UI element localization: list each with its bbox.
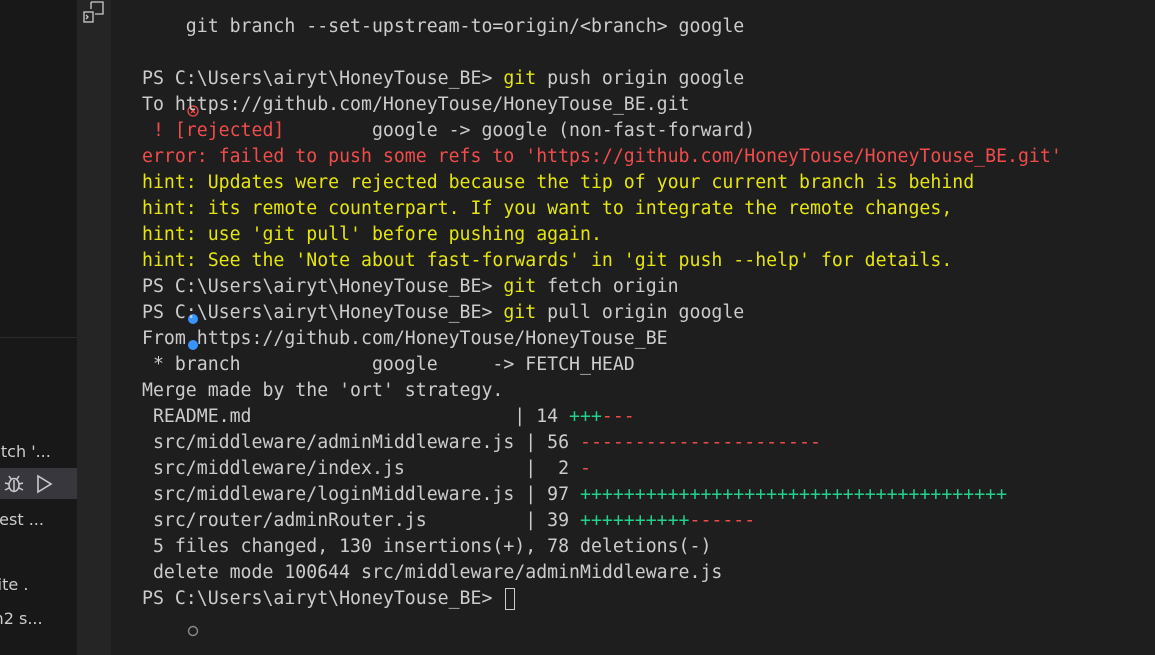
hint-text: hint: See the 'Note about fast-forwards'…	[142, 250, 953, 271]
diffstat-count: | 56	[525, 432, 580, 453]
hint-text: hint: use 'git pull' before pushing agai…	[142, 224, 602, 245]
panel-gutter	[77, 0, 111, 655]
terminal-line: git branch --set-upstream-to=origin/<bra…	[111, 14, 744, 40]
delete-mode-text: delete mode 100644 src/middleware/adminM…	[142, 562, 723, 583]
terminal-command-line: PS C:\Users\airyt\HoneyTouse_BE> git fet…	[111, 274, 679, 324]
terminal-command-line: PS C:\Users\airyt\HoneyTouse_BE>	[111, 586, 516, 637]
terminal-line: 5 files changed, 130 insertions(+), 78 d…	[111, 534, 711, 560]
npm-script-item-watch[interactable]: watch '...	[0, 442, 73, 461]
play-icon[interactable]	[33, 472, 55, 500]
git-keyword: git	[503, 276, 537, 297]
prompt-text: PS C:\Users\airyt\HoneyTouse_BE>	[142, 302, 504, 323]
command-args: fetch origin	[536, 276, 679, 297]
merge-strategy-text: Merge made by the 'ort' strategy.	[142, 380, 504, 401]
diffstat-file: src/router/adminRouter.js	[142, 510, 526, 531]
terminal-line: hint: See the 'Note about fast-forwards'…	[111, 248, 952, 274]
npm-script-label: watch '...	[0, 442, 51, 461]
rejected-label: ! [rejected]	[142, 120, 285, 141]
split-terminal-icon[interactable]	[82, 0, 106, 28]
git-keyword: git	[503, 68, 537, 89]
diffstat-row: src/middleware/adminMiddleware.js | 56 -…	[111, 430, 821, 456]
error-text: error: failed to push some refs to 'http…	[142, 146, 1062, 167]
diffstat-file: README.md	[142, 406, 515, 427]
git-keyword: git	[503, 302, 537, 323]
diffstat-file: src/middleware/adminMiddleware.js	[142, 432, 526, 453]
npm-script-item-active[interactable]	[0, 468, 77, 499]
diffstat-row: src/middleware/loginMiddleware.js | 97 +…	[111, 482, 1007, 508]
terminal-cursor[interactable]	[505, 588, 516, 610]
rejected-detail: google -> google (non-fast-forward)	[284, 120, 756, 141]
diffstat-file: src/middleware/index.js	[142, 458, 526, 479]
hint-text: hint: Updates were rejected because the …	[142, 172, 975, 193]
command-args: push origin google	[536, 68, 745, 89]
terminal-line: error: failed to push some refs to 'http…	[111, 144, 1062, 170]
diffstat-insertions: +++	[569, 406, 602, 427]
command-args: pull origin google	[536, 302, 745, 323]
diffstat-deletions: ------	[689, 510, 756, 531]
prompt-text: PS C:\Users\airyt\HoneyTouse_BE>	[142, 276, 504, 297]
terminal-line: From https://github.com/HoneyTouse/Honey…	[111, 326, 668, 352]
diffstat-count: | 14	[514, 406, 570, 427]
npm-script-item-pm2[interactable]: pm2 s...	[0, 609, 65, 628]
diffstat-file: src/middleware/loginMiddleware.js	[142, 484, 526, 505]
command-pending-icon[interactable]	[121, 593, 198, 637]
explorer-sidebar: watch '... o test ... write . pm2 s...	[0, 0, 77, 655]
terminal-line: * branch google -> FETCH_HEAD	[111, 352, 635, 378]
diff-summary-text: 5 files changed, 130 insertions(+), 78 d…	[142, 536, 712, 557]
terminal-line: hint: use 'git pull' before pushing agai…	[111, 222, 602, 248]
terminal-line: Merge made by the 'ort' strategy.	[111, 378, 503, 404]
terminal-command-line: PS C:\Users\airyt\HoneyTouse_BE> git pul…	[111, 300, 744, 350]
npm-script-item-test[interactable]: o test ...	[0, 510, 66, 529]
terminal-line: ! [rejected] google -> google (non-fast-…	[111, 118, 755, 144]
diffstat-count: | 97	[525, 484, 580, 505]
terminal-line: delete mode 100644 src/middleware/adminM…	[111, 560, 722, 586]
diffstat-count: | 2	[525, 458, 580, 479]
command-success-icon[interactable]	[121, 281, 198, 324]
npm-script-label: pm2 s...	[0, 609, 43, 628]
command-success-icon[interactable]	[121, 307, 198, 350]
diffstat-deletions: -	[580, 458, 591, 479]
fetch-source-text: From https://github.com/HoneyTouse/Honey…	[142, 328, 668, 349]
command-failed-icon[interactable]	[121, 73, 199, 117]
terminal-line: hint: Updates were rejected because the …	[111, 170, 974, 196]
prompt-text: PS C:\Users\airyt\HoneyTouse_BE>	[142, 588, 504, 609]
diffstat-count: | 39	[525, 510, 580, 531]
diffstat-insertions: ++++++++++	[580, 510, 690, 531]
diffstat-insertions: +++++++++++++++++++++++++++++++++++++++	[580, 484, 1008, 505]
terminal-line: hint: its remote counterpart. If you wan…	[111, 196, 952, 222]
diffstat-deletions: ----------------------	[580, 432, 821, 453]
upstream-hint-text: git branch --set-upstream-to=origin/<bra…	[142, 16, 745, 37]
terminal-command-line: PS C:\Users\airyt\HoneyTouse_BE> git pus…	[111, 66, 744, 117]
diffstat-row: README.md | 14 +++---	[111, 404, 635, 430]
terminal-line: To https://github.com/HoneyTouse/HoneyTo…	[111, 92, 690, 118]
bug-icon[interactable]	[2, 472, 26, 500]
diffstat-row: src/router/adminRouter.js | 39 +++++++++…	[111, 508, 755, 534]
diffstat-deletions: ---	[601, 406, 635, 427]
npm-script-label: o test ...	[0, 510, 44, 529]
branch-ref-text: * branch google -> FETCH_HEAD	[142, 354, 635, 375]
hint-text: hint: its remote counterpart. If you wan…	[142, 198, 953, 219]
diffstat-row: src/middleware/index.js | 2 -	[111, 456, 591, 482]
terminal-output[interactable]: git branch --set-upstream-to=origin/<bra…	[111, 0, 1155, 655]
sidebar-divider	[0, 337, 77, 338]
npm-script-label: write .	[0, 575, 29, 594]
push-target-text: To https://github.com/HoneyTouse/HoneyTo…	[142, 94, 690, 115]
prompt-text: PS C:\Users\airyt\HoneyTouse_BE>	[142, 68, 504, 89]
npm-script-item-write[interactable]: write .	[0, 575, 50, 594]
